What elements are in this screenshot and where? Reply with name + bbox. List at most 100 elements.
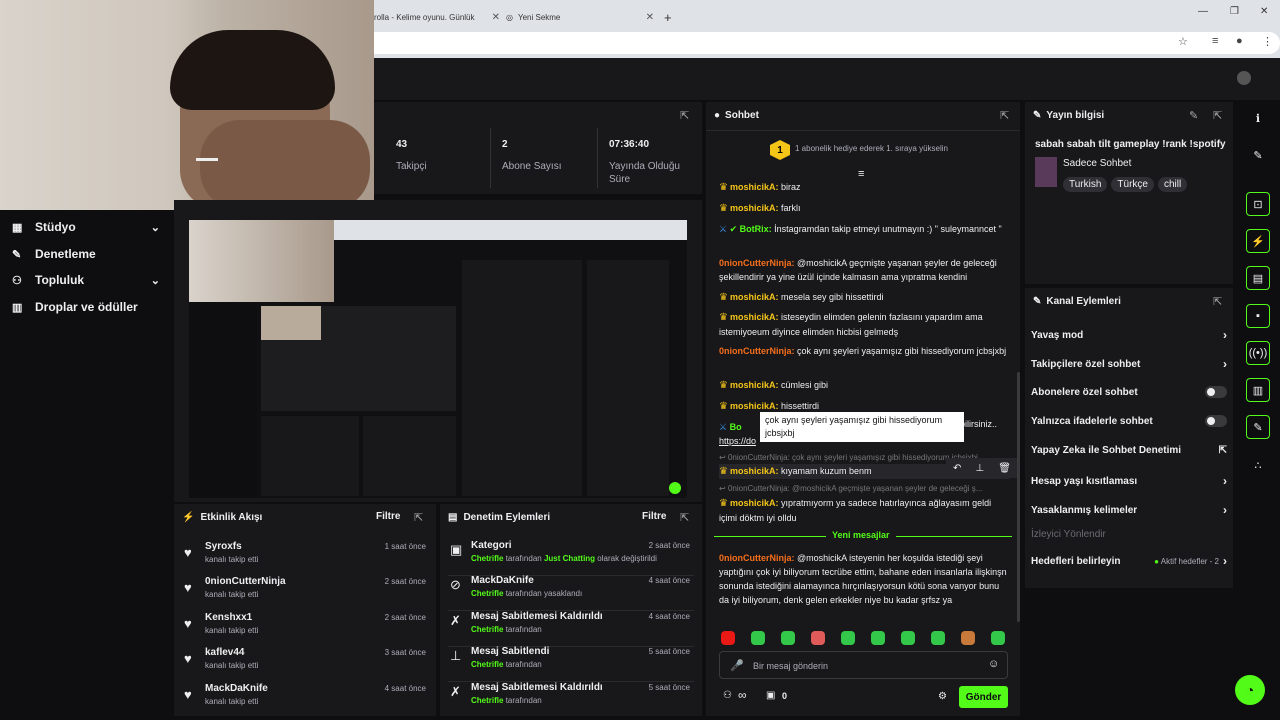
emote-icon[interactable]: [751, 631, 765, 645]
pinned-chevron-icon[interactable]: ≡: [858, 168, 864, 180]
maximize-icon[interactable]: ❐: [1230, 6, 1239, 17]
activity-user[interactable]: kaflev44: [205, 647, 244, 658]
bolt-icon[interactable]: ⚡: [1246, 229, 1270, 253]
banned-words-row[interactable]: Yasaklanmış kelimeler ›: [1031, 503, 1227, 517]
emote-icon[interactable]: [961, 631, 975, 645]
close-window-icon[interactable]: ✕: [1260, 6, 1268, 17]
moderation-filter-button[interactable]: Filtre: [642, 511, 666, 522]
address-bar[interactable]: [360, 32, 1280, 54]
popout-icon[interactable]: ⇱: [1000, 109, 1009, 122]
activity-user[interactable]: MackDaKnife: [205, 683, 268, 694]
emote-icon[interactable]: [811, 631, 825, 645]
activity-filter-button[interactable]: Filtre: [376, 511, 400, 522]
heart-icon: ♥: [184, 651, 192, 666]
community-icon[interactable]: ⚇: [723, 690, 732, 701]
popout-icon[interactable]: ⇱: [414, 511, 423, 524]
tag-chill[interactable]: chill: [1157, 177, 1188, 192]
emote-icon[interactable]: [931, 631, 945, 645]
close-tab-icon[interactable]: ✕: [646, 12, 654, 23]
edit-pencil-icon[interactable]: ✎: [1246, 143, 1270, 167]
help-chat-icon[interactable]: ◔: [1235, 675, 1265, 705]
popout-icon[interactable]: ⇱: [680, 511, 689, 524]
popout-icon[interactable]: ⇱: [680, 109, 689, 122]
chat-title: Sohbet: [725, 110, 759, 121]
gift-box-icon[interactable]: ▣: [766, 690, 775, 701]
browser-tab-2[interactable]: ◎ Yeni Sekme ✕: [506, 4, 654, 30]
user-avatar[interactable]: [1237, 71, 1251, 85]
activity-user[interactable]: 0nionCutterNinja: [205, 576, 286, 587]
dashboard-topbar: [374, 58, 1280, 100]
table-row: ⊥ Mesaj Sabitlendi Chetrifle tarafından …: [448, 646, 694, 682]
emoji-icon[interactable]: ☺: [988, 658, 999, 670]
list-item: ♥ kaflev44 kanalı takip etti 3 saat önce: [182, 645, 430, 681]
layout-icon[interactable]: ▥: [1246, 378, 1270, 402]
moderation-action-title: Mesaj Sabitlemesi Kaldırıldı: [471, 682, 603, 693]
chat-input-placeholder[interactable]: Bir mesaj gönderin: [753, 661, 828, 671]
nested-webcam: [189, 220, 334, 302]
chat-input-box[interactable]: 🎤 Bir mesaj gönderin ☺: [719, 651, 1008, 679]
emote-icon[interactable]: [781, 631, 795, 645]
browser-tab-1[interactable]: rolla - Kelime oyunu. Günlük ✕: [374, 4, 500, 30]
activity-user[interactable]: Syroxfs: [205, 541, 242, 552]
popout-icon[interactable]: ⇱: [1213, 109, 1222, 122]
trash-icon[interactable]: 🗑: [998, 463, 1011, 474]
moderation-action-detail: Chetrifle tarafından Just Chatting olara…: [471, 554, 657, 563]
popout-icon[interactable]: ⇱: [1213, 295, 1222, 308]
list-item: ♥ Syroxfs kanalı takip etti 1 saat önce: [182, 539, 430, 575]
chat-icon[interactable]: ▪: [1246, 304, 1270, 328]
stream-preview[interactable]: [189, 220, 687, 498]
moderation-time: 4 saat önce: [648, 612, 690, 621]
activity-user[interactable]: Kenshxx1: [205, 612, 252, 623]
sidebar-item-label: Stüdyo: [35, 220, 76, 234]
bookmark-star-icon[interactable]: ☆: [1178, 35, 1188, 48]
target-icon[interactable]: ⊡: [1246, 192, 1270, 216]
moderation-action-title[interactable]: MackDaKnife: [471, 575, 534, 586]
tag-turkce[interactable]: Türkçe: [1111, 177, 1154, 192]
info-icon[interactable]: ℹ: [1246, 106, 1270, 130]
activity-action: kanalı takip etti: [205, 590, 259, 599]
send-button[interactable]: Gönder: [959, 686, 1008, 708]
subscribers-only-toggle[interactable]: [1205, 386, 1227, 398]
document-icon[interactable]: ▤: [1246, 266, 1270, 290]
emote-icon[interactable]: [901, 631, 915, 645]
tag-turkish[interactable]: Turkish: [1063, 177, 1108, 192]
stream-category[interactable]: Sadece Sohbet: [1063, 158, 1131, 169]
account-age-row[interactable]: Hesap yaşı kısıtlaması ›: [1031, 474, 1227, 488]
moderation-time: 4 saat önce: [648, 576, 690, 585]
wrench-icon[interactable]: ✎: [1246, 415, 1270, 439]
ai-moderation-row[interactable]: Yapay Zeka ile Sohbet Denetimi ⇱: [1031, 445, 1227, 456]
settings-gear-icon[interactable]: ⚙: [938, 691, 947, 702]
gift-count-badge: 1: [770, 140, 790, 160]
chat-scrollbar[interactable]: [1017, 372, 1020, 622]
followers-only-row[interactable]: Takipçilere özel sohbet ›: [1031, 357, 1227, 371]
reply-icon[interactable]: ↶: [953, 463, 961, 474]
crown-icon: ♛: [719, 203, 728, 214]
emote-icon[interactable]: [721, 631, 735, 645]
broadcast-icon[interactable]: ((•)): [1246, 341, 1270, 365]
edit-pencil-icon[interactable]: ✎: [1189, 109, 1198, 122]
media-icon[interactable]: ≡: [1212, 35, 1218, 47]
chevron-down-icon: ⌄: [150, 274, 160, 287]
emote-icon[interactable]: [871, 631, 885, 645]
close-tab-icon[interactable]: ✕: [492, 12, 500, 23]
profile-avatar-icon[interactable]: ●: [1236, 35, 1243, 47]
minimize-icon[interactable]: —: [1198, 6, 1208, 17]
microphone-icon[interactable]: 🎤: [730, 659, 744, 672]
sidebar-item-studio[interactable]: ▦ Stüdyo ⌄: [12, 220, 160, 234]
sidebar-item-moderation[interactable]: ✎ Denetleme: [12, 247, 160, 261]
new-tab-icon[interactable]: +: [664, 4, 678, 30]
gift-banner[interactable]: 1 abonelik hediye ederek 1. sıraya yükse…: [795, 144, 948, 153]
goals-row[interactable]: Hedefleri belirleyin ● Aktif hedefler - 2…: [1031, 554, 1227, 568]
menu-icon[interactable]: ⋮: [1262, 35, 1273, 48]
sidebar-item-drops[interactable]: ▥ Droplar ve ödüller: [12, 300, 160, 314]
sidebar-item-community[interactable]: ⚇ Topluluk ⌄: [12, 273, 160, 287]
more-options-icon[interactable]: ∴: [1246, 453, 1270, 477]
emote-only-toggle[interactable]: [1205, 415, 1227, 427]
moderation-time: 5 saat önce: [648, 647, 690, 656]
slow-mode-row[interactable]: Yavaş mod ›: [1031, 328, 1227, 342]
emote-icon[interactable]: [991, 631, 1005, 645]
emote-icon[interactable]: [841, 631, 855, 645]
moderation-title: Denetim Eylemleri: [463, 512, 551, 523]
chat-message: ♛ moshicikA: farklı: [719, 203, 801, 214]
pin-icon[interactable]: ⊥: [975, 463, 984, 474]
